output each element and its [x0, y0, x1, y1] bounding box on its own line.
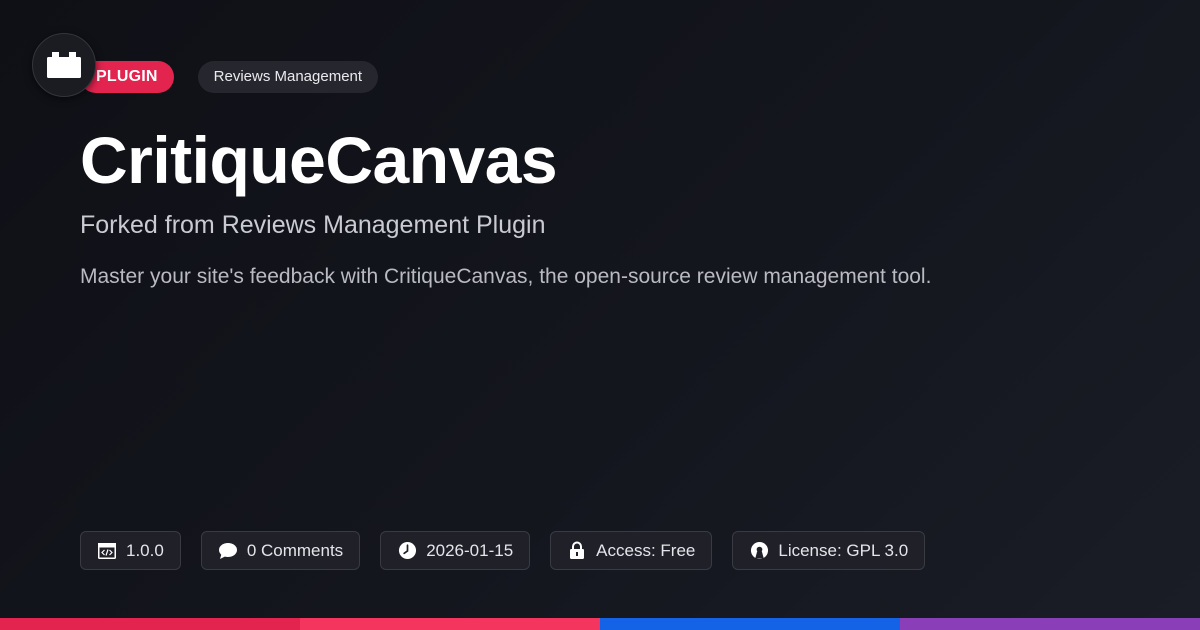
fork-subtitle: Forked from Reviews Management Plugin	[80, 211, 546, 239]
license-chip: License: GPL 3.0	[732, 531, 926, 570]
code-window-icon	[97, 541, 117, 561]
open-source-icon	[749, 541, 769, 561]
tag-row: PLUGIN Reviews Management	[80, 61, 379, 93]
color-bar-segment	[900, 618, 1200, 630]
color-bar-segment	[600, 618, 900, 630]
plugin-block-icon	[47, 52, 81, 78]
access-label: Access: Free	[596, 540, 696, 560]
version-chip: 1.0.0	[80, 531, 181, 570]
comment-bubble-icon	[218, 541, 238, 561]
clock-icon	[397, 541, 417, 561]
color-bar-segment	[0, 618, 300, 630]
access-chip: Access: Free	[550, 531, 713, 570]
license-label: License: GPL 3.0	[778, 540, 909, 560]
page-title: CritiqueCanvas	[80, 123, 558, 197]
date-chip: 2026-01-15	[380, 531, 531, 570]
color-bar-segment	[300, 618, 600, 630]
plugin-logo	[32, 33, 96, 97]
version-label: 1.0.0	[126, 540, 164, 560]
meta-row: 1.0.0 0 Comments 2026-01-15 Access: Free…	[80, 531, 945, 570]
category-tag[interactable]: Reviews Management	[197, 61, 379, 93]
brand-color-bar	[0, 618, 1200, 630]
lock-icon	[567, 541, 587, 561]
comments-chip[interactable]: 0 Comments	[200, 531, 361, 570]
date-label: 2026-01-15	[426, 540, 514, 560]
comments-label: 0 Comments	[246, 540, 344, 560]
plugin-description: Master your site's feedback with Critiqu…	[80, 265, 932, 288]
